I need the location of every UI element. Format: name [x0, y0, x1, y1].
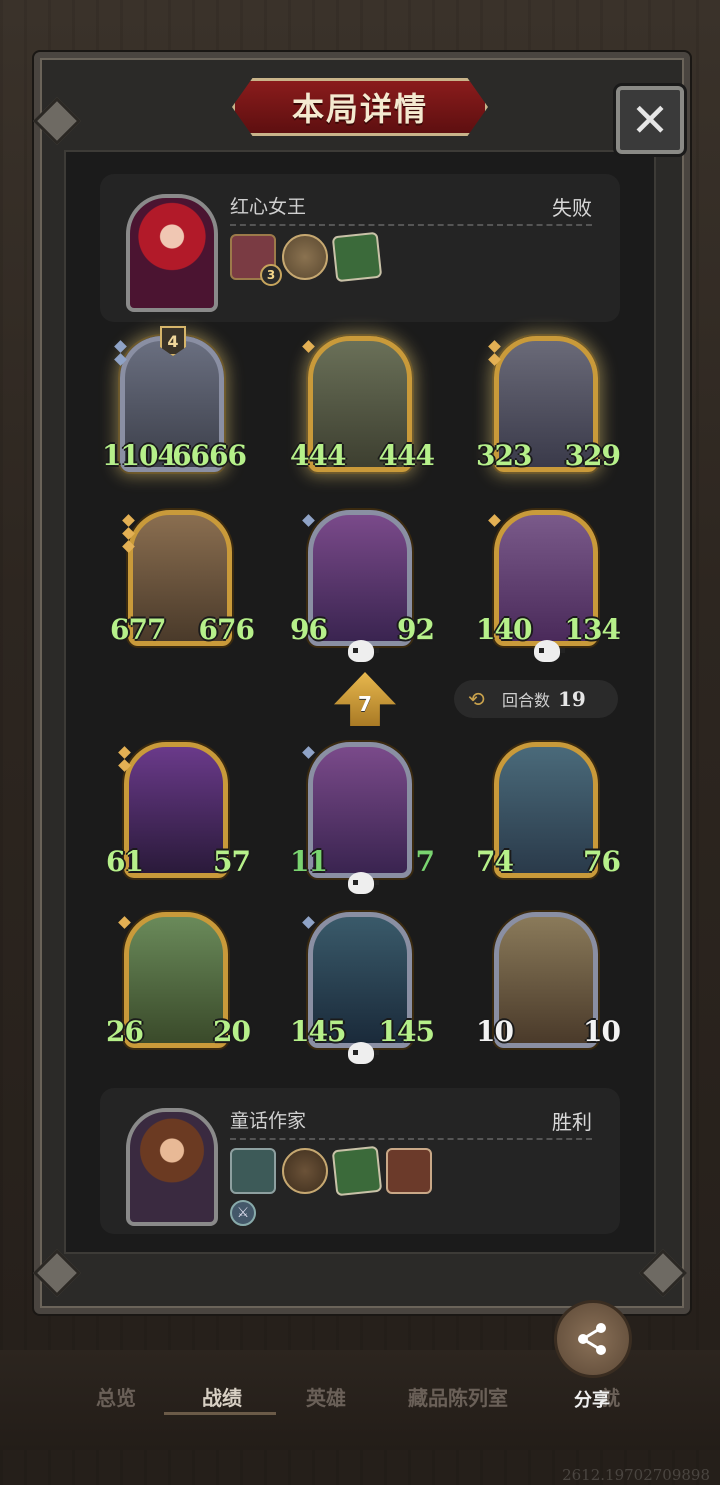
page-title: 本局详情	[291, 90, 428, 128]
hero-icon[interactable]	[230, 1148, 276, 1194]
close-icon: ✕	[630, 93, 670, 147]
minion-card[interactable]: 26 20	[106, 912, 251, 1062]
health-value: 329	[564, 439, 621, 473]
attack-value: 96	[290, 613, 330, 647]
minion-card[interactable]: 74 76	[476, 742, 621, 892]
share-button[interactable]	[554, 1300, 632, 1378]
star-pips	[488, 514, 501, 527]
active-tab-indicator	[164, 1412, 276, 1415]
attack-value: 10	[476, 1015, 516, 1049]
minion-card[interactable]: 4 1104 6666	[102, 326, 247, 486]
player-name: 童话作家	[230, 1110, 307, 1132]
health-value: 20	[212, 1015, 251, 1049]
health-value: 444	[378, 439, 435, 473]
opponent-name: 红心女王	[230, 196, 307, 218]
skull-icon	[534, 640, 565, 662]
health-value: 7	[395, 845, 435, 879]
user-id: 2612.19702709898	[562, 1466, 710, 1484]
skull-icon	[348, 872, 379, 894]
health-value: 92	[396, 613, 435, 647]
skull-icon	[348, 640, 379, 662]
player-result: 胜利	[552, 1110, 592, 1134]
minion-card[interactable]: 323 329	[476, 336, 621, 486]
tab-overview[interactable]: 总览	[96, 1382, 136, 1411]
minion-card[interactable]: 140 134	[476, 510, 621, 662]
star-pips	[302, 340, 315, 353]
player-items	[230, 1145, 432, 1197]
share-icon	[578, 1323, 606, 1355]
tab-heroes[interactable]: 英雄	[306, 1382, 346, 1411]
round-value: 19	[558, 687, 586, 711]
tab-collection[interactable]: 藏品陈列室	[408, 1382, 508, 1411]
green-book-icon[interactable]	[331, 1145, 383, 1197]
health-value: 145	[378, 1015, 435, 1049]
attack-value: 26	[106, 1015, 146, 1049]
minion-card[interactable]: 10 10	[476, 912, 621, 1062]
share-label: 分享	[574, 1390, 610, 1411]
tab-record[interactable]: 战绩	[202, 1382, 242, 1411]
opponent-items: 3	[230, 231, 383, 286]
hero-level-badge: 3	[260, 264, 282, 286]
health-value: 676	[198, 613, 255, 647]
minion-card[interactable]: 61 57	[106, 742, 251, 892]
round-label: 回合数	[502, 691, 551, 710]
health-value: 134	[564, 613, 621, 647]
star-pips	[302, 746, 315, 759]
attack-value: 1104	[102, 439, 177, 473]
opponent-result: 失败	[552, 196, 592, 220]
serpent-coin-icon[interactable]	[282, 234, 328, 280]
health-value: 76	[582, 845, 621, 879]
minion-card[interactable]: 96 92	[290, 510, 435, 662]
close-button[interactable]: ✕	[616, 86, 684, 154]
health-value: 6666	[172, 439, 247, 473]
player-card: 童话作家 胜利 ⚔	[100, 1088, 620, 1234]
opponent-avatar[interactable]	[126, 194, 218, 312]
coffin-coin-icon[interactable]	[282, 1148, 328, 1194]
hero-icon[interactable]: 3	[230, 234, 282, 286]
minion-card[interactable]: 145 145	[290, 912, 435, 1064]
minion-card[interactable]: 11 7	[290, 742, 435, 894]
player-avatar[interactable]	[126, 1108, 218, 1226]
attack-value: 11	[290, 845, 330, 879]
star-pips	[488, 340, 501, 366]
minion-card[interactable]: 677 676	[110, 510, 255, 660]
attack-value: 145	[290, 1015, 346, 1049]
opponent-card: 红心女王 失败 3	[100, 174, 620, 322]
divider	[230, 1138, 592, 1140]
health-value: 10	[582, 1015, 621, 1049]
tavern-level-value: 7	[358, 692, 372, 716]
star-pips	[118, 746, 131, 772]
star-pips	[302, 514, 315, 527]
attack-value: 61	[106, 845, 146, 879]
star-pips	[118, 916, 131, 929]
brown-book-icon[interactable]	[386, 1148, 432, 1194]
attack-value: 323	[476, 439, 532, 473]
health-value: 57	[212, 845, 251, 879]
attack-value: 444	[290, 439, 346, 473]
star-pips	[114, 340, 127, 366]
round-counter: ⟲ 回合数 19	[454, 680, 618, 718]
green-book-icon[interactable]	[331, 231, 383, 283]
attack-value: 677	[110, 613, 166, 647]
refresh-icon: ⟲	[468, 687, 485, 711]
divider	[230, 224, 592, 226]
sword-icon: ⚔	[230, 1200, 256, 1226]
attack-value: 74	[476, 845, 516, 879]
star-pips	[122, 514, 135, 553]
minion-card[interactable]: 444 444	[290, 336, 435, 486]
skull-icon	[348, 1042, 379, 1064]
attack-value: 140	[476, 613, 532, 647]
title-banner: 本局详情	[232, 78, 488, 136]
star-pips	[302, 916, 315, 929]
